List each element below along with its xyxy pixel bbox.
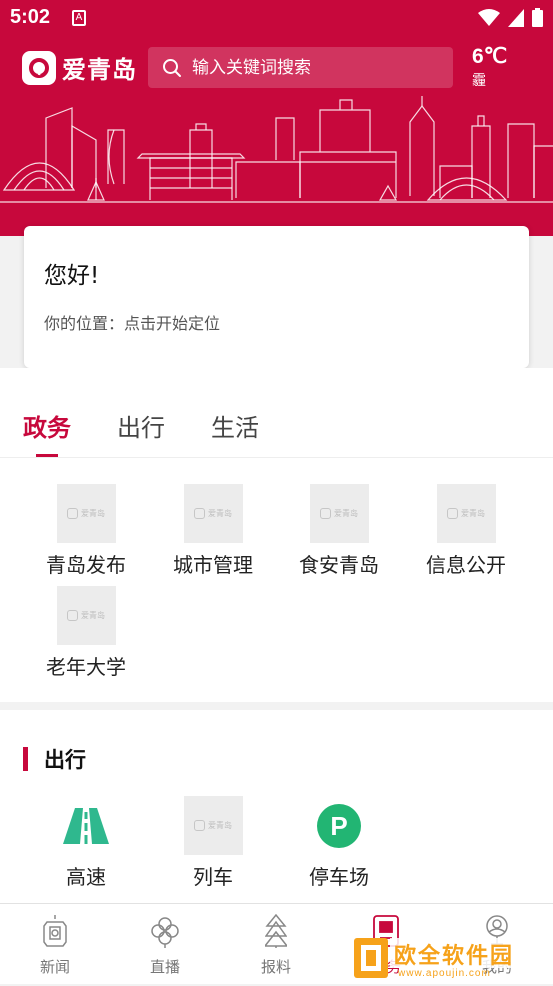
live-icon: [151, 917, 179, 948]
greeting-title: 您好!: [44, 263, 100, 289]
search-bar[interactable]: [148, 47, 453, 88]
service-item-city-management[interactable]: 爱青岛 城市管理: [150, 484, 276, 578]
section-accent-bar: [23, 747, 28, 771]
nav-item-live[interactable]: 直播: [110, 912, 220, 977]
service-item-food-safety[interactable]: 爱青岛 食安青岛: [276, 484, 402, 578]
logo-text: 爱青岛: [62, 56, 137, 84]
app-logo: 爱青岛: [22, 50, 137, 85]
logo-mark-icon: [22, 50, 56, 85]
greeting-card[interactable]: 您好! 你的位置：点击开始定位: [24, 226, 529, 368]
nav-item-news[interactable]: 新闻: [0, 912, 110, 977]
nav-label: 新闻: [39, 958, 70, 976]
placeholder-logo-icon: 爱青岛: [56, 586, 116, 645]
section-title: 出行: [44, 748, 86, 772]
category-panel: 政务 出行 生活 爱青岛 青岛发布 爱青岛 城市管理 爱青岛 食安青岛 爱青岛 …: [0, 368, 553, 702]
placeholder-logo-icon: 爱青岛: [183, 796, 243, 855]
nav-label: 报料: [260, 958, 291, 976]
city-skyline-illustration: [0, 96, 553, 203]
service-item-label: 老年大学: [46, 655, 126, 679]
report-icon: [265, 914, 287, 948]
parking-icon: P: [310, 796, 369, 855]
tab-life[interactable]: 生活: [211, 408, 259, 443]
placeholder-logo-icon: 爱青岛: [436, 484, 496, 543]
service-item-senior-university[interactable]: 爱青岛 老年大学: [23, 586, 149, 680]
weather-widget[interactable]: 6℃ 霾: [472, 44, 507, 90]
highway-icon: [57, 796, 116, 855]
status-bar: 5:02 A: [0, 0, 553, 36]
signal-icon: [508, 8, 524, 27]
travel-item-train[interactable]: 爱青岛 列车: [150, 796, 276, 890]
placeholder-logo-icon: 爱青岛: [309, 484, 369, 543]
service-item-label: 信息公开: [426, 553, 506, 577]
tab-label: 政务: [23, 414, 71, 442]
tab-travel[interactable]: 出行: [117, 408, 165, 443]
parking-glyph: P: [317, 803, 361, 848]
section-header: 出行: [23, 744, 86, 774]
status-time: 5:02: [10, 6, 51, 28]
travel-item-label: 高速: [66, 865, 106, 889]
watermark: 欧全软件园 www.apoujin.com: [354, 934, 548, 982]
tab-label: 出行: [117, 414, 165, 442]
location-prompt[interactable]: 你的位置：点击开始定位: [44, 310, 509, 334]
wifi-icon: [478, 8, 500, 26]
battery-icon: [532, 8, 543, 27]
watermark-title: 欧全软件园: [394, 944, 515, 969]
service-item-label: 城市管理: [173, 553, 253, 577]
search-input[interactable]: [192, 57, 432, 78]
nav-item-report[interactable]: 报料: [221, 912, 331, 977]
travel-item-parking[interactable]: P 停车场: [276, 796, 402, 890]
category-tabs: 政务 出行 生活: [0, 408, 553, 458]
weather-temperature: 6℃: [472, 45, 508, 68]
tab-government[interactable]: 政务: [23, 408, 71, 457]
service-item-qingdao-release[interactable]: 爱青岛 青岛发布: [23, 484, 149, 578]
search-icon: [163, 58, 181, 77]
nav-label: 直播: [149, 958, 180, 976]
service-item-label: 食安青岛: [299, 553, 379, 577]
placeholder-logo-icon: 爱青岛: [56, 484, 116, 543]
travel-item-label: 列车: [193, 865, 233, 889]
travel-item-label: 停车场: [309, 865, 369, 889]
tab-label: 生活: [211, 414, 259, 442]
travel-section: 出行 高速 爱青岛 列车 P 停车场: [0, 710, 553, 904]
notification-icon: A: [72, 10, 86, 26]
tab-active-indicator: [36, 454, 58, 457]
service-item-info-disclosure[interactable]: 爱青岛 信息公开: [403, 484, 529, 578]
weather-condition: 霾: [472, 73, 486, 89]
travel-item-highway[interactable]: 高速: [23, 796, 149, 890]
news-icon: [43, 915, 67, 947]
placeholder-logo-icon: 爱青岛: [183, 484, 243, 543]
service-item-label: 青岛发布: [46, 553, 126, 577]
watermark-url: www.apoujin.com: [398, 968, 491, 979]
header: 爱青岛 6℃ 霾: [0, 36, 553, 236]
